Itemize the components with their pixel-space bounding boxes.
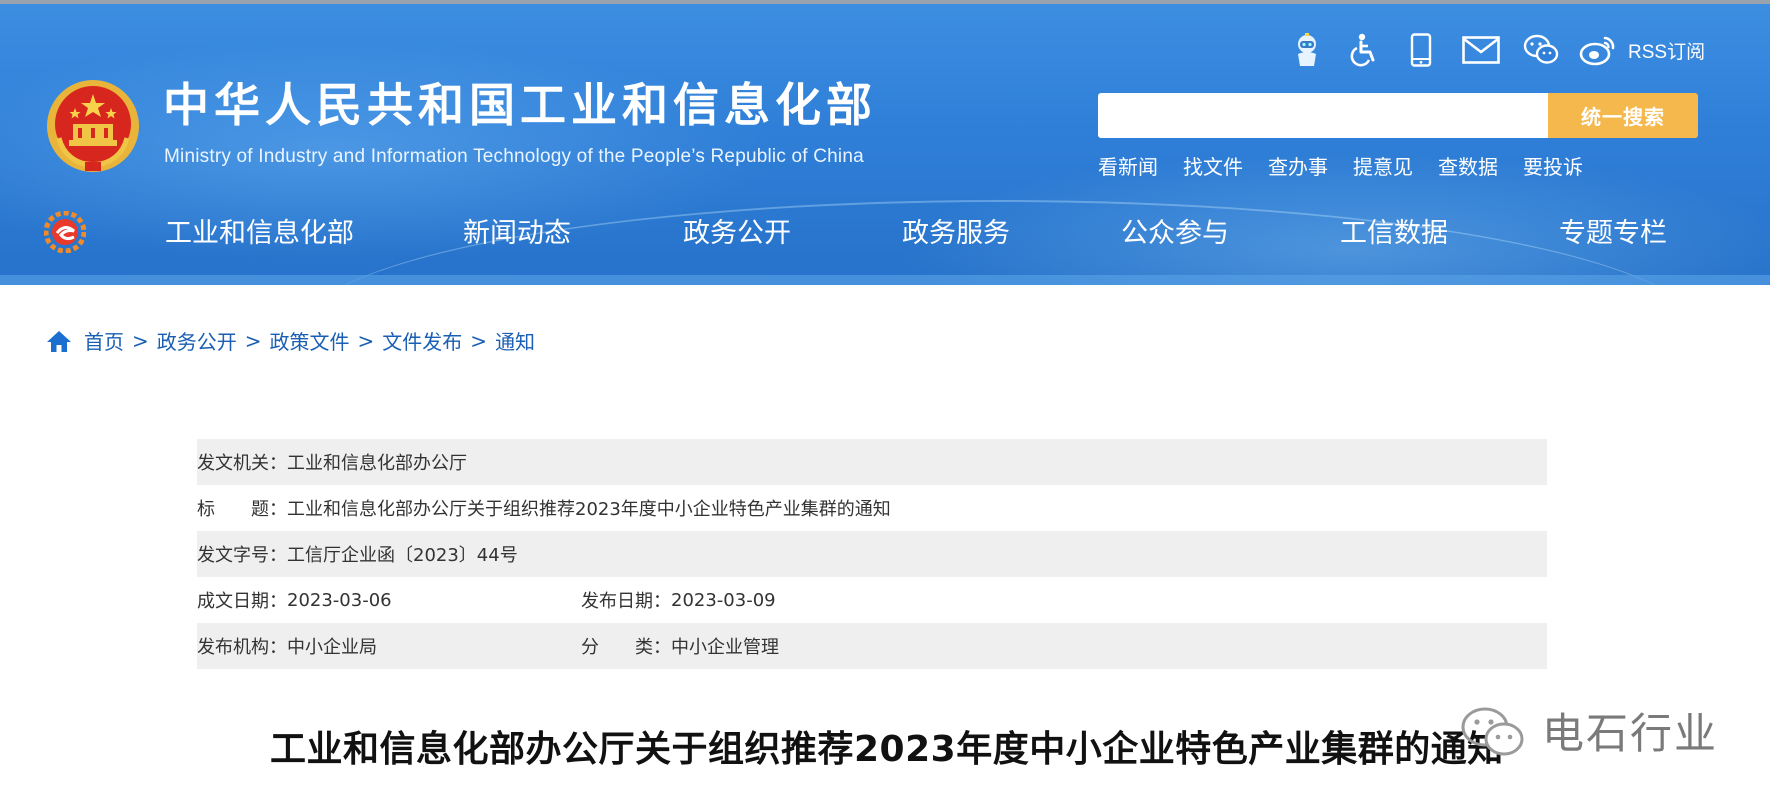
meta-value-title: 工业和信息化部办公厅关于组织推荐2023年度中小企业特色产业集群的通知: [287, 499, 891, 520]
breadcrumb-notice[interactable]: 通知: [495, 326, 535, 355]
nav-item-special-topics[interactable]: 专题专栏: [1559, 210, 1667, 258]
quick-link-feedback[interactable]: 提意见: [1353, 151, 1413, 180]
meta-row-doc-number: 发文字号： 工信厅企业函〔2023〕44号: [197, 531, 1547, 577]
meta-value-issuer: 工业和信息化部办公厅: [287, 453, 467, 474]
meta-label-publish-date: 发布日期：: [581, 591, 671, 612]
breadcrumb-separator: >: [470, 328, 488, 353]
main-nav: 工业和信息化部 新闻动态 政务公开 政务服务 公众参与 工信数据 专题专栏: [0, 210, 1770, 260]
quick-link-news[interactable]: 看新闻: [1098, 151, 1158, 180]
nav-item-public-participation[interactable]: 公众参与: [1121, 210, 1229, 258]
breadcrumb-separator: >: [244, 328, 262, 353]
home-icon[interactable]: [46, 329, 72, 353]
watermark: 电石行业: [1458, 700, 1718, 761]
meta-row-issuer: 发文机关： 工业和信息化部办公厅: [197, 439, 1547, 485]
search-input[interactable]: [1098, 93, 1548, 138]
national-emblem-icon[interactable]: [45, 78, 141, 174]
breadcrumb-home[interactable]: 首页: [84, 326, 124, 355]
quick-link-complaint[interactable]: 要投诉: [1523, 151, 1583, 180]
meta-value-doc-number: 工信厅企业函〔2023〕44号: [287, 545, 518, 566]
meta-label-issuer: 发文机关：: [197, 453, 287, 474]
meta-row-org: 发布机构： 中小企业局 分 类： 中小企业管理: [197, 623, 1547, 669]
nav-item-government-affairs[interactable]: 政务公开: [683, 210, 791, 258]
header-bottom-band: [0, 275, 1770, 285]
meta-label-doc-number: 发文字号：: [197, 545, 287, 566]
meta-label-org: 发布机构：: [197, 637, 287, 658]
site-title: 中华人民共和国工业和信息化部: [163, 78, 877, 132]
meta-label-written-date: 成文日期：: [197, 591, 287, 612]
mail-icon[interactable]: [1458, 30, 1504, 70]
quick-links: 看新闻 找文件 查办事 提意见 查数据 要投诉: [1098, 151, 1608, 180]
breadcrumb-government-affairs[interactable]: 政务公开: [157, 326, 237, 355]
meta-label-title: 标 题：: [197, 499, 287, 520]
nav-item-services[interactable]: 政务服务: [902, 210, 1010, 258]
breadcrumb-separator: >: [357, 328, 375, 353]
breadcrumb-policy-documents[interactable]: 政策文件: [270, 326, 350, 355]
nav-item-data[interactable]: 工信数据: [1340, 210, 1448, 258]
watermark-text: 电石行业: [1542, 709, 1719, 758]
nav-item-news[interactable]: 新闻动态: [463, 210, 571, 258]
mobile-phone-icon[interactable]: [1401, 30, 1441, 70]
header-top-border: [0, 0, 1770, 4]
meta-value-publish-date: 2023-03-09: [671, 589, 776, 611]
site-header: 中华人民共和国工业和信息化部 Ministry of Industry and …: [0, 0, 1770, 285]
meta-row-dates: 成文日期： 2023-03-06 发布日期： 2023-03-09: [197, 577, 1547, 623]
meta-row-title: 标 题： 工业和信息化部办公厅关于组织推荐2023年度中小企业特色产业集群的通知: [197, 485, 1547, 531]
utility-icons: RSS订阅: [1287, 30, 1705, 70]
accessibility-icon[interactable]: [1344, 30, 1384, 70]
breadcrumb-separator: >: [132, 328, 149, 353]
search-button[interactable]: 统一搜索: [1548, 93, 1698, 138]
wechat-icon: [1461, 707, 1524, 755]
meta-value-org: 中小企业局: [287, 637, 377, 658]
meta-value-category: 中小企业管理: [671, 637, 779, 658]
quick-link-documents[interactable]: 找文件: [1183, 151, 1243, 180]
wechat-icon[interactable]: [1521, 30, 1561, 70]
breadcrumb-document-release[interactable]: 文件发布: [382, 326, 462, 355]
nav-item-ministry[interactable]: 工业和信息化部: [165, 210, 354, 258]
meta-value-written-date: 2023-03-06: [287, 589, 392, 611]
meta-label-category: 分 类：: [581, 637, 671, 658]
document-meta-table: 发文机关： 工业和信息化部办公厅 标 题： 工业和信息化部办公厅关于组织推荐20…: [197, 439, 1547, 669]
site-subtitle: Ministry of Industry and Information Tec…: [164, 146, 864, 167]
quick-link-data[interactable]: 查数据: [1438, 151, 1498, 180]
quick-link-services[interactable]: 查办事: [1268, 151, 1328, 180]
breadcrumb: 首页 > 政务公开 > 政策文件 > 文件发布 > 通知: [46, 326, 535, 355]
robot-assistant-icon[interactable]: [1287, 30, 1327, 70]
weibo-icon[interactable]: [1578, 30, 1618, 70]
rss-subscribe-link[interactable]: RSS订阅: [1628, 37, 1705, 64]
article-title: 工业和信息化部办公厅关于组织推荐2023年度中小企业特色产业集群的通知: [270, 729, 1504, 770]
